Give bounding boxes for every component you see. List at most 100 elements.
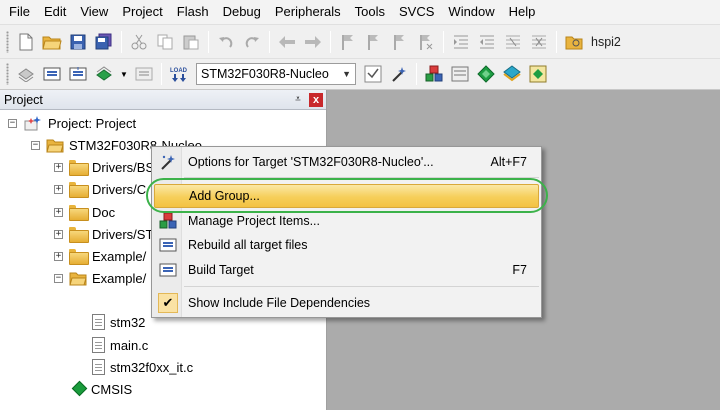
wand-icon — [161, 155, 175, 170]
save-all-button[interactable] — [93, 31, 115, 53]
tree-cmsis[interactable]: CMSIS — [70, 378, 132, 400]
menu-project[interactable]: Project — [115, 0, 169, 24]
menu-edit[interactable]: Edit — [37, 0, 73, 24]
tree-group[interactable]: + Drivers/BS — [54, 156, 154, 178]
nav-forward-button[interactable] — [302, 31, 324, 53]
rebuild-button[interactable] — [67, 63, 89, 85]
save-all-icon — [95, 33, 112, 49]
stop-build-button[interactable] — [133, 63, 155, 85]
menu-item-shortcut: Alt+F7 — [490, 155, 527, 169]
expand-toggle[interactable]: + — [54, 229, 63, 239]
tree-group[interactable]: + Doc — [54, 201, 115, 223]
tree-file[interactable]: stm32 — [92, 311, 145, 333]
toolbar-grip[interactable] — [6, 30, 9, 53]
menu-view[interactable]: View — [73, 0, 115, 24]
copy-button[interactable] — [154, 31, 176, 53]
uncomment-button[interactable] — [528, 31, 550, 53]
c-file-icon — [92, 359, 105, 375]
manage-items-button[interactable] — [423, 63, 445, 85]
manage-items-icon — [425, 65, 443, 82]
expand-toggle[interactable]: + — [54, 162, 63, 172]
expand-toggle[interactable]: + — [54, 251, 63, 261]
select-packs-button[interactable] — [449, 63, 471, 85]
toolbar-grip[interactable] — [6, 63, 9, 85]
cut-button[interactable] — [128, 31, 150, 53]
menu-item-label: Manage Project Items... — [188, 214, 321, 228]
build-button[interactable] — [41, 63, 63, 85]
arrow-left-icon — [279, 35, 295, 48]
menu-flash[interactable]: Flash — [170, 0, 216, 24]
translate-button[interactable] — [15, 63, 37, 85]
project-panel-header: Project ⩡ x — [0, 90, 326, 110]
options-wand-button[interactable] — [388, 63, 410, 85]
translate-icon — [18, 68, 34, 82]
undo-button[interactable] — [215, 31, 237, 53]
tree-group[interactable]: − Example/ — [54, 267, 146, 289]
menu-tools[interactable]: Tools — [348, 0, 392, 24]
find-combo[interactable]: hspi2 — [591, 35, 621, 49]
show-include-deps-item[interactable]: ✔ Show Include File Dependencies — [154, 291, 539, 315]
pin-icon[interactable]: ⩡ — [291, 93, 305, 107]
menu-item-label: Options for Target 'STM32F030R8-Nucleo'.… — [188, 155, 434, 169]
tree-file-label: stm32 — [110, 314, 146, 330]
folder-icon — [69, 182, 89, 198]
paste-icon — [183, 35, 199, 49]
target-folder-icon — [46, 139, 64, 153]
prev-bookmark-button[interactable] — [363, 31, 385, 53]
find-in-files-button[interactable] — [563, 31, 585, 53]
comment-button[interactable] — [502, 31, 524, 53]
indent-button[interactable] — [450, 31, 472, 53]
menu-help[interactable]: Help — [502, 0, 543, 24]
tree-group[interactable]: + Example/ — [54, 245, 146, 267]
batch-build-dropdown[interactable]: ▼ — [119, 63, 129, 85]
tree-file[interactable]: main.c — [92, 334, 148, 356]
save-button[interactable] — [67, 31, 89, 53]
build-icon — [159, 263, 177, 277]
new-file-button[interactable] — [15, 31, 37, 53]
build-toolbar: ▼ LOAD STM32F030R8-Nucleo ▼ — [0, 58, 720, 90]
rebuild-icon — [159, 238, 177, 252]
expand-toggle[interactable]: + — [54, 207, 63, 217]
close-icon[interactable]: x — [309, 92, 323, 107]
redo-button[interactable] — [241, 31, 263, 53]
toolbar-separator — [208, 30, 209, 53]
c-file-icon — [92, 314, 105, 330]
options-for-target-item[interactable]: Options for Target 'STM32F030R8-Nucleo'.… — [154, 150, 539, 174]
paste-button[interactable] — [180, 31, 202, 53]
next-bookmark-button[interactable] — [389, 31, 411, 53]
target-select[interactable]: STM32F030R8-Nucleo ▼ — [196, 63, 356, 85]
menu-peripherals[interactable]: Peripherals — [268, 0, 348, 24]
pack-manager-button[interactable] — [527, 63, 549, 85]
tree-root[interactable]: − Project: Project — [8, 112, 136, 134]
collapse-toggle[interactable]: − — [54, 273, 63, 283]
menu-item-shortcut: F7 — [512, 263, 527, 277]
batch-build-button[interactable] — [93, 63, 115, 85]
collapse-toggle[interactable]: − — [31, 140, 40, 150]
tree-group[interactable]: + Drivers/ST — [54, 223, 153, 245]
download-button[interactable]: LOAD — [168, 63, 190, 85]
nav-back-button[interactable] — [276, 31, 298, 53]
pack-installer-icon — [503, 65, 521, 82]
menu-svcs[interactable]: SVCS — [392, 0, 441, 24]
clear-bookmarks-button[interactable] — [415, 31, 437, 53]
find-in-files-icon — [565, 36, 583, 49]
expand-toggle[interactable]: + — [54, 184, 63, 194]
open-folder-icon — [42, 36, 62, 49]
menu-file[interactable]: File — [2, 0, 37, 24]
tree-file[interactable]: stm32f0xx_it.c — [92, 356, 193, 378]
green-diamond-icon — [477, 65, 495, 83]
manage-rte-button[interactable] — [475, 63, 497, 85]
build-target-item[interactable]: Build Target F7 — [154, 258, 539, 282]
open-file-button[interactable] — [41, 31, 63, 53]
rebuild-all-item[interactable]: Rebuild all target files — [154, 233, 539, 257]
stop-build-icon — [135, 67, 153, 81]
menu-debug[interactable]: Debug — [216, 0, 268, 24]
collapse-toggle[interactable]: − — [8, 118, 17, 128]
unindent-button[interactable] — [476, 31, 498, 53]
menu-window[interactable]: Window — [441, 0, 501, 24]
tree-group[interactable]: + Drivers/C — [54, 178, 146, 200]
pack-installer-button[interactable] — [501, 63, 523, 85]
cmsis-component-icon — [70, 381, 86, 397]
target-options-button[interactable] — [362, 63, 384, 85]
bookmark-button[interactable] — [337, 31, 359, 53]
